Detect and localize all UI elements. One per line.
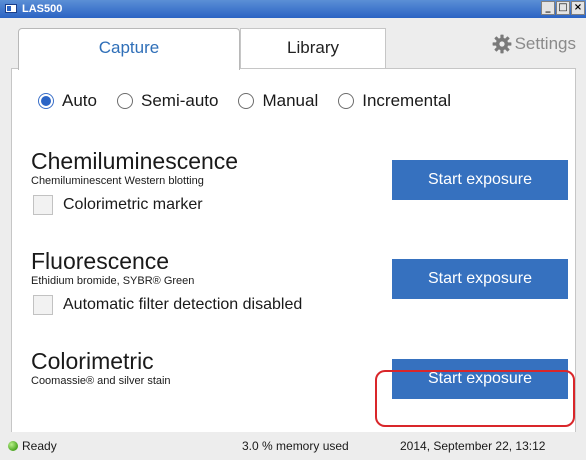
section-colorimetric: Colorimetric Coomassie® and silver stain	[31, 349, 171, 387]
section-subtitle: Coomassie® and silver stain	[31, 375, 171, 387]
status-state: Ready	[22, 439, 57, 453]
radio-indicator[interactable]	[38, 93, 54, 109]
radio-label: Auto	[62, 91, 97, 110]
app-window: Capture Library Settings Auto Semi-auto …	[0, 18, 586, 460]
start-exposure-chemiluminescence-button[interactable]: Start exposure	[392, 160, 568, 200]
start-exposure-fluorescence-button[interactable]: Start exposure	[392, 259, 568, 299]
status-ready: Ready	[8, 439, 57, 453]
section-fluorescence: Fluorescence Ethidium bromide, SYBR® Gre…	[31, 249, 302, 315]
tab-capture[interactable]: Capture	[18, 28, 240, 70]
radio-indicator[interactable]	[238, 93, 255, 109]
colorimetric-marker-checkbox[interactable]	[33, 195, 53, 215]
start-exposure-colorimetric-button[interactable]: Start exposure	[392, 359, 568, 399]
radio-incremental[interactable]: Incremental	[338, 91, 451, 111]
radio-label: Semi-auto	[140, 91, 219, 110]
app-icon	[5, 4, 17, 13]
section-title: Chemiluminescence	[31, 148, 239, 174]
radio-indicator[interactable]	[338, 93, 355, 109]
mode-radio-group: Auto Semi-auto Manual Incremental	[38, 91, 471, 111]
section-chemiluminescence: Chemiluminescence Chemiluminescent Weste…	[31, 149, 238, 215]
section-subtitle: Ethidium bromide, SYBR® Green	[31, 275, 195, 287]
filter-detection-checkbox[interactable]	[33, 295, 53, 315]
section-title: Fluorescence	[31, 248, 170, 274]
radio-auto[interactable]: Auto	[38, 91, 97, 111]
gear-icon	[492, 34, 511, 54]
window-title: LAS500	[22, 3, 63, 15]
filter-detection-option[interactable]: Automatic filter detection disabled	[33, 295, 302, 315]
minimize-button[interactable]: _	[541, 1, 555, 15]
close-button[interactable]: ×	[571, 1, 585, 15]
colorimetric-marker-option[interactable]: Colorimetric marker	[33, 195, 238, 215]
settings-label: Settings	[514, 34, 576, 53]
capture-panel: Auto Semi-auto Manual Incremental Chemil…	[11, 68, 576, 433]
radio-semi-auto[interactable]: Semi-auto	[116, 91, 219, 111]
radio-manual[interactable]: Manual	[238, 91, 318, 111]
title-bar: LAS500 _ □ ×	[0, 0, 586, 18]
settings-button[interactable]: Settings	[492, 34, 576, 54]
checkbox-label: Colorimetric marker	[63, 196, 203, 213]
checkbox-label: Automatic filter detection disabled	[63, 296, 303, 313]
maximize-button[interactable]: □	[556, 1, 570, 15]
radio-label: Incremental	[362, 91, 452, 110]
window-controls: _ □ ×	[541, 1, 585, 15]
status-bar: Ready 3.0 % memory used 2014, September …	[0, 432, 586, 460]
status-dot-icon	[8, 441, 18, 451]
status-memory: 3.0 % memory used	[242, 439, 349, 453]
radio-indicator[interactable]	[116, 93, 133, 109]
tab-library[interactable]: Library	[240, 28, 386, 68]
section-title: Colorimetric	[31, 348, 154, 374]
section-subtitle: Chemiluminescent Western blotting	[31, 175, 204, 187]
radio-label: Manual	[262, 91, 319, 110]
status-datetime: 2014, September 22, 13:12	[400, 439, 546, 453]
